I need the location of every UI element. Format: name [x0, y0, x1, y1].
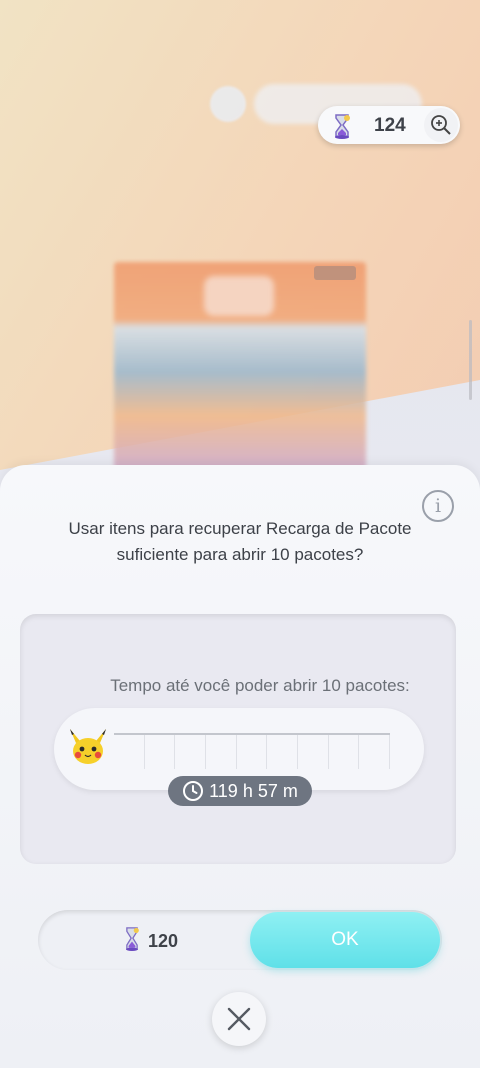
progress-segment: [206, 735, 237, 769]
progress-segment: [329, 735, 360, 769]
pack-hourglass-icon: [328, 112, 356, 145]
progress-segment: [298, 735, 329, 769]
info-icon: i: [434, 495, 442, 517]
pack-progress-segments: [114, 733, 391, 769]
progress-segment: [237, 735, 268, 769]
hourglass-count: 124: [374, 115, 406, 136]
zoom-in-icon: [431, 115, 451, 135]
clock-icon: [183, 781, 204, 801]
timer-label: Tempo até você poder abrir 10 pacotes:: [110, 676, 410, 695]
time-remaining-value: 119 h 57 m: [209, 780, 298, 801]
progress-segment: [359, 735, 391, 769]
dialog-question: Usar itens para recuperar Recarga de Pac…: [68, 519, 412, 564]
ok-button[interactable]: OK: [250, 912, 440, 968]
background-blur-shape: [210, 86, 246, 122]
progress-segment: [114, 735, 145, 769]
zoom-button[interactable]: [424, 108, 458, 142]
progress-segment: [145, 735, 176, 769]
booster-pack-logo: [204, 276, 274, 316]
close-icon: [227, 1007, 251, 1031]
hourglass-cost: 120: [120, 924, 178, 959]
cost-value: 120: [148, 931, 179, 951]
scroll-indicator: [469, 320, 472, 400]
pack-hourglass-icon: [120, 924, 144, 959]
progress-segment: [175, 735, 207, 769]
pikachu-icon: [66, 727, 110, 772]
booster-pack-tag: [314, 266, 356, 280]
progress-segment: [267, 735, 299, 769]
time-remaining-badge: 119 h 57 m: [168, 776, 312, 806]
close-button[interactable]: [212, 992, 266, 1046]
